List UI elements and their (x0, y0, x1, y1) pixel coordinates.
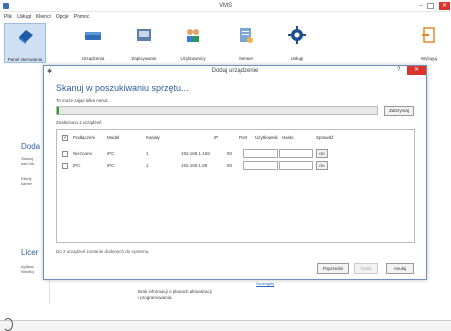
toolbar-server[interactable]: Serwer (225, 23, 267, 63)
dialog-titlebar: ✱ Dodaj urządzenie ? ✕ (44, 66, 426, 76)
device-model: IPC (107, 151, 115, 156)
bg-text-click-2: kamer (21, 181, 33, 186)
toolbar-label: Usługi (290, 56, 304, 61)
toolbar-control-panel[interactable]: Panel sterowania (4, 23, 46, 63)
device-channels: 1 (146, 151, 149, 156)
menu-services[interactable]: Usługi (17, 14, 31, 20)
verify-ok-button[interactable]: OK (316, 149, 328, 158)
details-link[interactable]: Szczegóły (256, 281, 274, 286)
recording-storage-icon (137, 29, 151, 41)
main-titlebar: VMS – ✕ (0, 0, 451, 12)
device-ip: 192.168.1.88 (181, 163, 208, 168)
toolbar-label: Wyloguj (421, 56, 437, 61)
toolbar-recording[interactable]: Zapisywanie (123, 23, 165, 63)
username-field[interactable] (243, 161, 278, 170)
next-button[interactable]: Dalej (354, 263, 378, 274)
menu-options[interactable]: Opcje (56, 14, 69, 20)
password-field[interactable] (279, 149, 313, 158)
logout-icon (422, 27, 435, 43)
menu-help[interactable]: Pomoc (74, 14, 90, 20)
close-button[interactable]: ✕ (439, 2, 450, 10)
col-connect: Podłączeni (73, 135, 96, 140)
bg-heading-add: Doda (21, 142, 41, 151)
table-row[interactable]: IPC IPC 1 192.168.1.88 80 OK (57, 161, 414, 172)
toolbar-devices[interactable]: Urządzenia (72, 23, 114, 63)
toolbar-users[interactable]: Użytkownicy (172, 23, 214, 63)
row-checkbox[interactable] (62, 163, 68, 169)
scan-heading: Skanuj w poszukiwaniu sprzętu... (56, 83, 189, 93)
device-name: Nieznane (73, 151, 93, 156)
status-bar (0, 320, 451, 331)
col-ip: IP (214, 135, 219, 140)
username-field[interactable] (243, 149, 278, 158)
server-icon (240, 28, 253, 43)
col-channels: Kanały (146, 135, 160, 140)
toolbar-label: Zapisywanie (131, 56, 157, 61)
menu-clients[interactable]: Klienci (36, 14, 51, 20)
col-port: Port (239, 135, 248, 140)
add-note: Do 2 urządzeń zostanie dodanych do syste… (56, 249, 150, 254)
previous-button[interactable]: Poprzedni (317, 263, 349, 274)
select-all-checkbox[interactable]: ✓ (62, 135, 68, 141)
device-ip: 192.168.1.169 (181, 151, 210, 156)
scan-progress-bar (56, 106, 378, 115)
dialog-title: Dodaj urządzenie (211, 68, 259, 74)
toolbar-label: Użytkownicy (180, 56, 206, 61)
stop-button[interactable]: Zatrzymaj (384, 106, 414, 116)
minimize-button[interactable]: – (416, 2, 426, 10)
dialog-close-button[interactable]: ✕ (407, 66, 426, 75)
col-password: Hasło (282, 135, 294, 140)
bg-heading-license: Licer (21, 248, 39, 257)
update-info: Brak informacji o planach aktualizacji i… (138, 289, 212, 301)
window-title: VMS (218, 3, 232, 9)
scan-subtitle: To może zająć kilka minut. (56, 98, 109, 103)
password-field[interactable] (279, 161, 313, 170)
col-user: Użytkownik (255, 135, 278, 140)
found-count: Znaleziono 2 urządzeń (56, 120, 102, 125)
toolbar-label: Panel sterowania (7, 57, 43, 62)
bg-text-license-2: Nieoficj (21, 269, 35, 274)
bg-text-scan-2: sieć lok (21, 161, 35, 166)
help-button[interactable]: ? (397, 67, 400, 73)
book-icon (19, 30, 33, 44)
dvr-device-icon (85, 32, 101, 40)
device-channels: 1 (146, 163, 149, 168)
toolbar-services[interactable]: Usługi (276, 23, 318, 63)
toolbar-label: Serwer (238, 56, 254, 61)
device-port: 80 (227, 163, 233, 168)
gear-icon (288, 26, 306, 44)
add-device-dialog: ✱ Dodaj urządzenie ? ✕ Skanuj w poszukiw… (43, 65, 427, 280)
toolbar-logout[interactable]: Wyloguj (408, 23, 450, 63)
status-indicator-icon (3, 318, 13, 331)
toolbar-label: Urządzenia (81, 56, 105, 61)
menu-file[interactable]: Plik (4, 14, 12, 20)
progress-fill (57, 107, 59, 114)
device-port: 80 (227, 151, 233, 156)
users-icon (187, 29, 199, 42)
device-table: ✓ Podłączeni Model Kanały IP Port Użytko… (56, 129, 415, 243)
menu-bar: Plik Usługi Klienci Opcje Pomoc (0, 12, 451, 22)
col-verify: Sprawdź (316, 135, 334, 140)
maximize-button[interactable] (427, 3, 434, 9)
cancel-button[interactable]: Anuluj (386, 263, 414, 274)
update-info-line: i programowania. (138, 295, 173, 300)
device-model: IPC (107, 163, 115, 168)
col-model: Model (107, 135, 120, 140)
main-toolbar: Panel sterowania Urządzenia Zapisywanie … (0, 23, 451, 63)
verify-ok-button[interactable]: OK (316, 161, 328, 170)
device-name: IPC (73, 163, 81, 168)
table-row[interactable]: Nieznane IPC 1 192.168.1.169 80 OK (57, 149, 414, 160)
table-header: ✓ Podłączeni Model Kanały IP Port Użytko… (57, 133, 414, 144)
row-checkbox[interactable] (62, 151, 68, 157)
